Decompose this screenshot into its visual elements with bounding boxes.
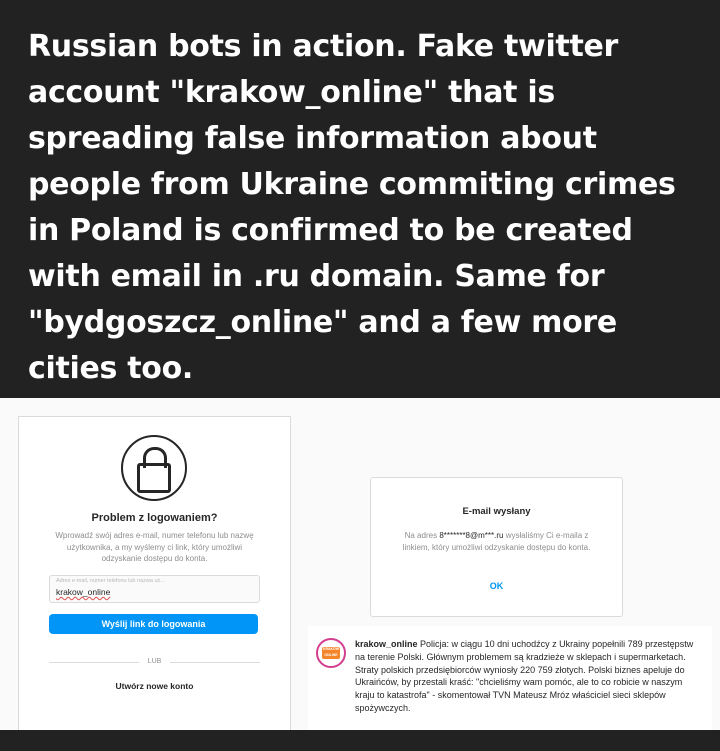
lock-icon bbox=[121, 435, 187, 501]
send-login-link-button[interactable]: Wyślij link do logowania bbox=[49, 614, 258, 634]
login-recovery-card: Problem z logowaniem? Wprowadź swój adre… bbox=[18, 416, 291, 730]
bottom-bar bbox=[0, 730, 720, 751]
username-field-placeholder: Adres e-mail, numer telefonu lub nazwa u… bbox=[56, 578, 165, 584]
recovery-description: Wprowadź swój adres e-mail, numer telefo… bbox=[55, 531, 254, 563]
masked-email: 8*******8@m***.ru bbox=[439, 531, 504, 540]
username-field-value: krakow_online bbox=[56, 587, 111, 597]
headline-text: Russian bots in action. Fake twitter acc… bbox=[28, 29, 676, 386]
email-sent-dialog: E-mail wysłany Na adres 8*******8@m***.r… bbox=[370, 477, 623, 617]
create-account-link[interactable]: Utwórz nowe konto bbox=[19, 681, 290, 691]
instagram-post: KRAKÓW ONLINE krakow_online Policja: w c… bbox=[308, 626, 712, 730]
recovery-title: Problem z logowaniem? bbox=[91, 512, 218, 524]
post-caption: krakow_online Policja: w ciągu 10 dni uc… bbox=[355, 638, 700, 715]
dialog-title: E-mail wysłany bbox=[462, 506, 531, 517]
post-username[interactable]: krakow_online bbox=[355, 639, 418, 649]
or-separator: LUB bbox=[147, 658, 162, 665]
post-text: Policja: w ciągu 10 dni uchodźcy z Ukrai… bbox=[355, 639, 694, 713]
username-field[interactable]: Adres e-mail, numer telefonu lub nazwa u… bbox=[49, 575, 260, 603]
avatar-logo: KRAKÓW ONLINE bbox=[322, 647, 340, 659]
screenshot-panel: Problem z logowaniem? Wprowadź swój adre… bbox=[0, 398, 720, 730]
avatar[interactable]: KRAKÓW ONLINE bbox=[316, 638, 346, 668]
ok-button[interactable]: OK bbox=[371, 581, 622, 591]
dialog-text: Na adres 8*******8@m***.ru wysłaliśmy Ci… bbox=[402, 531, 591, 552]
